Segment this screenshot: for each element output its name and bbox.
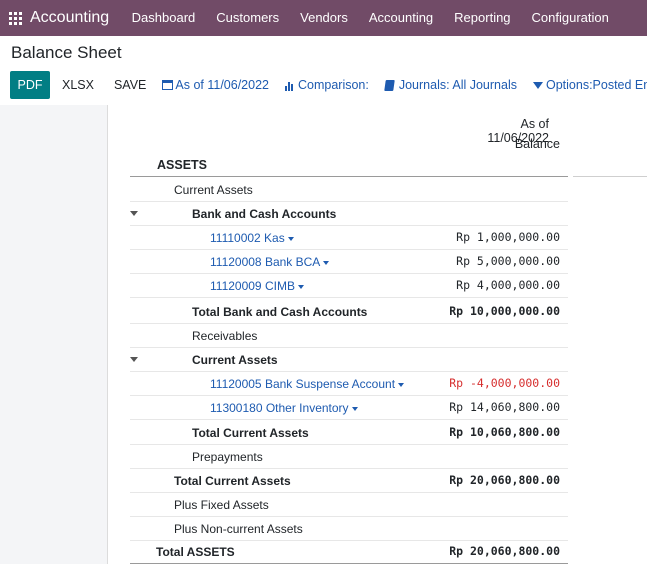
report-row-total-assets: Total ASSETS Rp 20,060,800.00 [130, 540, 568, 564]
report-row-current-assets: Current Assets [130, 178, 568, 202]
dropdown-caret-icon[interactable] [297, 284, 304, 289]
calendar-icon [162, 80, 174, 90]
dropdown-caret-icon[interactable] [351, 406, 358, 411]
row-amount: Rp 1,000,000.00 [456, 230, 560, 244]
account-link[interactable]: 11120005 Bank Suspense Account [210, 377, 405, 391]
report-row-account[interactable]: 11120005 Bank Suspense Account Rp -4,000… [130, 372, 568, 396]
book-icon [384, 79, 395, 91]
account-link[interactable]: 11120008 Bank BCA [210, 255, 330, 269]
report-row-account[interactable]: 11110002 Kas Rp 1,000,000.00 [130, 226, 568, 250]
row-label: Receivables [192, 329, 258, 343]
row-label: Bank and Cash Accounts [192, 207, 337, 221]
report-row-bank-cash[interactable]: Bank and Cash Accounts [130, 202, 568, 226]
side-panel [0, 105, 108, 564]
row-label: Current Assets [174, 183, 253, 197]
report-toolbar: PDF XLSX SAVE As of 11/06/2022 Compariso… [10, 71, 647, 99]
section-divider [130, 176, 568, 177]
comparison-filter[interactable]: Comparison: [284, 78, 369, 92]
report-row-account[interactable]: 11120008 Bank BCA Rp 5,000,000.00 [130, 250, 568, 274]
apps-menu-icon[interactable] [0, 0, 30, 36]
row-label: Prepayments [192, 450, 263, 464]
page-title: Balance Sheet [11, 43, 122, 62]
row-label: Total Current Assets [174, 474, 291, 488]
top-navbar: Accounting Dashboard Customers Vendors A… [0, 0, 647, 36]
dropdown-caret-icon[interactable] [398, 382, 405, 387]
row-label: Plus Non-current Assets [174, 522, 303, 536]
account-link[interactable]: 11300180 Other Inventory [210, 401, 358, 415]
report-row-account[interactable]: 11300180 Other Inventory Rp 14,060,800.0… [130, 396, 568, 420]
account-link[interactable]: 11120009 CIMB [210, 279, 304, 293]
report-row-noncurrent-assets: Plus Non-current Assets [130, 517, 568, 541]
dropdown-caret-icon[interactable] [287, 236, 294, 241]
collapse-caret-icon[interactable] [130, 357, 138, 362]
row-label: Total Current Assets [192, 426, 309, 440]
column-divider-right [573, 176, 647, 177]
balance-sheet-report: As of 11/06/2022 Balance ASSETS Current … [109, 105, 647, 564]
account-link[interactable]: 11110002 Kas [210, 231, 294, 245]
row-amount: Rp 5,000,000.00 [456, 254, 560, 268]
date-filter[interactable]: As of 11/06/2022 [162, 78, 269, 92]
report-row-current-assets-group[interactable]: Current Assets [130, 348, 568, 372]
section-title-assets: ASSETS [157, 158, 208, 172]
row-label: Plus Fixed Assets [174, 498, 269, 512]
row-amount: Rp 14,060,800.00 [449, 400, 560, 414]
row-amount: Rp 10,000,000.00 [449, 304, 560, 318]
journals-label: Journals: All Journals [398, 78, 517, 92]
report-row-receivables: Receivables [130, 324, 568, 348]
filter-icon [532, 81, 543, 89]
app-name[interactable]: Accounting [30, 9, 109, 27]
report-row-total-current-assets: Total Current Assets Rp 10,060,800.00 [130, 421, 568, 445]
menu-configuration[interactable]: Configuration [521, 0, 619, 36]
xlsx-button[interactable]: XLSX [62, 78, 94, 92]
menu-reporting[interactable]: Reporting [444, 0, 521, 36]
report-row-total-bank-cash: Total Bank and Cash Accounts Rp 10,000,0… [130, 300, 568, 324]
pdf-button[interactable]: PDF [10, 71, 50, 99]
row-amount: Rp 20,060,800.00 [449, 473, 560, 487]
options-label: Options:Posted Entries [545, 78, 647, 92]
menu-vendors[interactable]: Vendors [290, 0, 359, 36]
row-label: Current Assets [192, 353, 278, 367]
menu-dashboard[interactable]: Dashboard [121, 0, 206, 36]
save-button[interactable]: SAVE [114, 78, 146, 92]
row-amount: Rp 10,060,800.00 [449, 425, 560, 439]
date-filter-label: As of 11/06/2022 [175, 78, 269, 92]
report-row-account[interactable]: 11120009 CIMB Rp 4,000,000.00 [130, 274, 568, 298]
journals-filter[interactable]: Journals: All Journals [384, 78, 517, 92]
row-label: Total ASSETS [156, 545, 235, 559]
row-amount: Rp 4,000,000.00 [456, 278, 560, 292]
comparison-label: Comparison: [297, 78, 369, 92]
column-header-balance: Balance [514, 137, 560, 151]
bar-chart-icon [284, 80, 294, 91]
report-row-prepayments: Prepayments [130, 445, 568, 469]
report-row-fixed-assets: Plus Fixed Assets [130, 493, 568, 517]
row-amount: Rp 20,060,800.00 [449, 544, 560, 558]
report-row-total-current-assets-all: Total Current Assets Rp 20,060,800.00 [130, 469, 568, 493]
options-filter[interactable]: Options:Posted Entries [532, 78, 647, 92]
row-amount: Rp -4,000,000.00 [449, 376, 560, 390]
menu-customers[interactable]: Customers [206, 0, 290, 36]
menu-accounting[interactable]: Accounting [358, 0, 443, 36]
row-label: Total Bank and Cash Accounts [192, 305, 368, 319]
dropdown-caret-icon[interactable] [323, 260, 330, 265]
collapse-caret-icon[interactable] [130, 211, 138, 216]
